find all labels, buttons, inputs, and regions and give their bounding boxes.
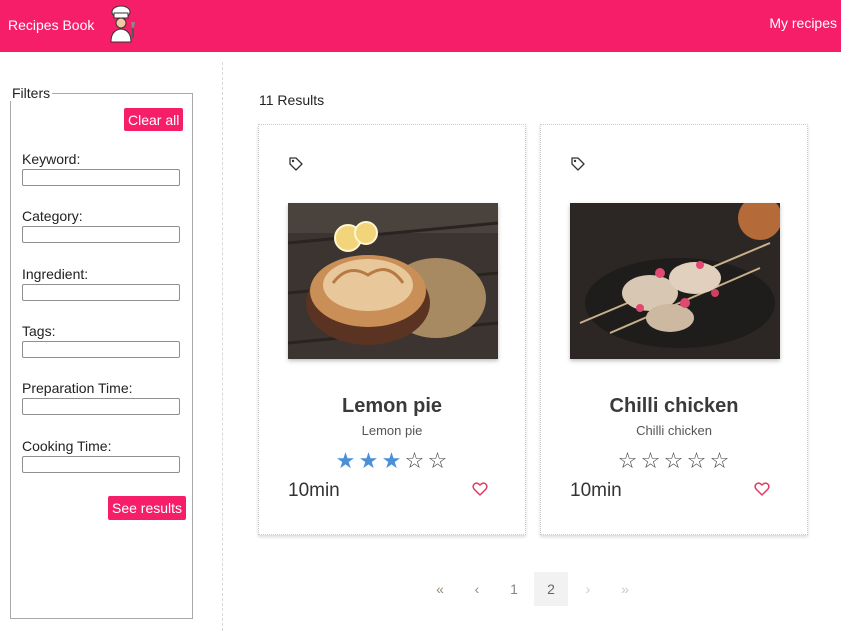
preparation-time-input[interactable]	[22, 398, 180, 415]
chef-icon	[110, 5, 135, 43]
star-outline-icon[interactable]: ☆	[427, 450, 450, 472]
heart-icon[interactable]	[753, 480, 771, 498]
star-outline-icon[interactable]: ☆	[640, 450, 663, 472]
ingredient-input[interactable]	[22, 284, 180, 301]
heart-icon[interactable]	[471, 480, 489, 498]
my-recipes-link[interactable]: My recipes	[769, 15, 837, 31]
category-label: Category:	[22, 208, 83, 224]
last-page-button[interactable]: »	[608, 572, 642, 606]
star-icon[interactable]: ★	[335, 450, 358, 472]
tag-icon[interactable]	[570, 156, 586, 172]
see-results-button[interactable]: See results	[108, 496, 187, 520]
pagination: « ‹ 1 2 › »	[423, 572, 645, 606]
brand-title[interactable]: Recipes Book	[8, 17, 94, 33]
tags-input[interactable]	[22, 341, 180, 358]
clear-all-button[interactable]: Clear all	[124, 108, 184, 131]
card-title[interactable]: Lemon pie	[259, 395, 525, 418]
star-outline-icon[interactable]: ☆	[663, 450, 686, 472]
star-icon[interactable]: ★	[381, 450, 404, 472]
card-time: 10min	[288, 480, 340, 501]
cooking-time-label: Cooking Time:	[22, 438, 112, 454]
star-outline-icon[interactable]: ☆	[686, 450, 709, 472]
lemon-pie-photo[interactable]	[288, 203, 498, 359]
page-2-button[interactable]: 2	[534, 572, 568, 606]
star-outline-icon[interactable]: ☆	[709, 450, 732, 472]
card-time: 10min	[570, 480, 622, 501]
card-subtitle: Chilli chicken	[636, 423, 712, 438]
chilli-chicken-photo[interactable]	[570, 203, 780, 359]
next-page-button[interactable]: ›	[571, 572, 605, 606]
category-input[interactable]	[22, 226, 180, 243]
keyword-label: Keyword:	[22, 151, 81, 167]
cooking-time-input[interactable]	[22, 456, 180, 473]
keyword-input[interactable]	[22, 169, 180, 186]
first-page-button[interactable]: «	[423, 572, 457, 606]
star-outline-icon[interactable]: ☆	[404, 450, 427, 472]
star-icon[interactable]: ★	[358, 450, 381, 472]
ingredient-label: Ingredient:	[22, 266, 89, 282]
card-subtitle: Lemon pie	[361, 423, 423, 438]
card-title[interactable]: Chilli chicken	[541, 395, 807, 418]
page-1-button[interactable]: 1	[497, 572, 531, 606]
prev-page-button[interactable]: ‹	[460, 572, 494, 606]
top-navbar: Recipes Book My recipes	[0, 0, 841, 52]
preparation-time-label: Preparation Time:	[22, 380, 133, 396]
recipe-card-lemon-pie[interactable]: Lemon pie Lemon pie ★ ★ ★ ☆ ☆ 10min	[258, 124, 526, 535]
star-rating[interactable]: ☆ ☆ ☆ ☆ ☆	[541, 450, 807, 472]
star-rating[interactable]: ★ ★ ★ ☆ ☆	[259, 450, 525, 472]
tags-label: Tags:	[22, 323, 56, 339]
filters-legend: Filters	[10, 85, 53, 101]
recipe-card-chilli-chicken[interactable]: Chilli chicken Chilli chicken ☆ ☆ ☆ ☆ ☆ 10mi…	[540, 124, 808, 535]
tag-icon[interactable]	[288, 156, 304, 172]
star-outline-icon[interactable]: ☆	[617, 450, 640, 472]
column-divider	[222, 62, 223, 631]
results-count: 11 Results	[259, 92, 325, 108]
